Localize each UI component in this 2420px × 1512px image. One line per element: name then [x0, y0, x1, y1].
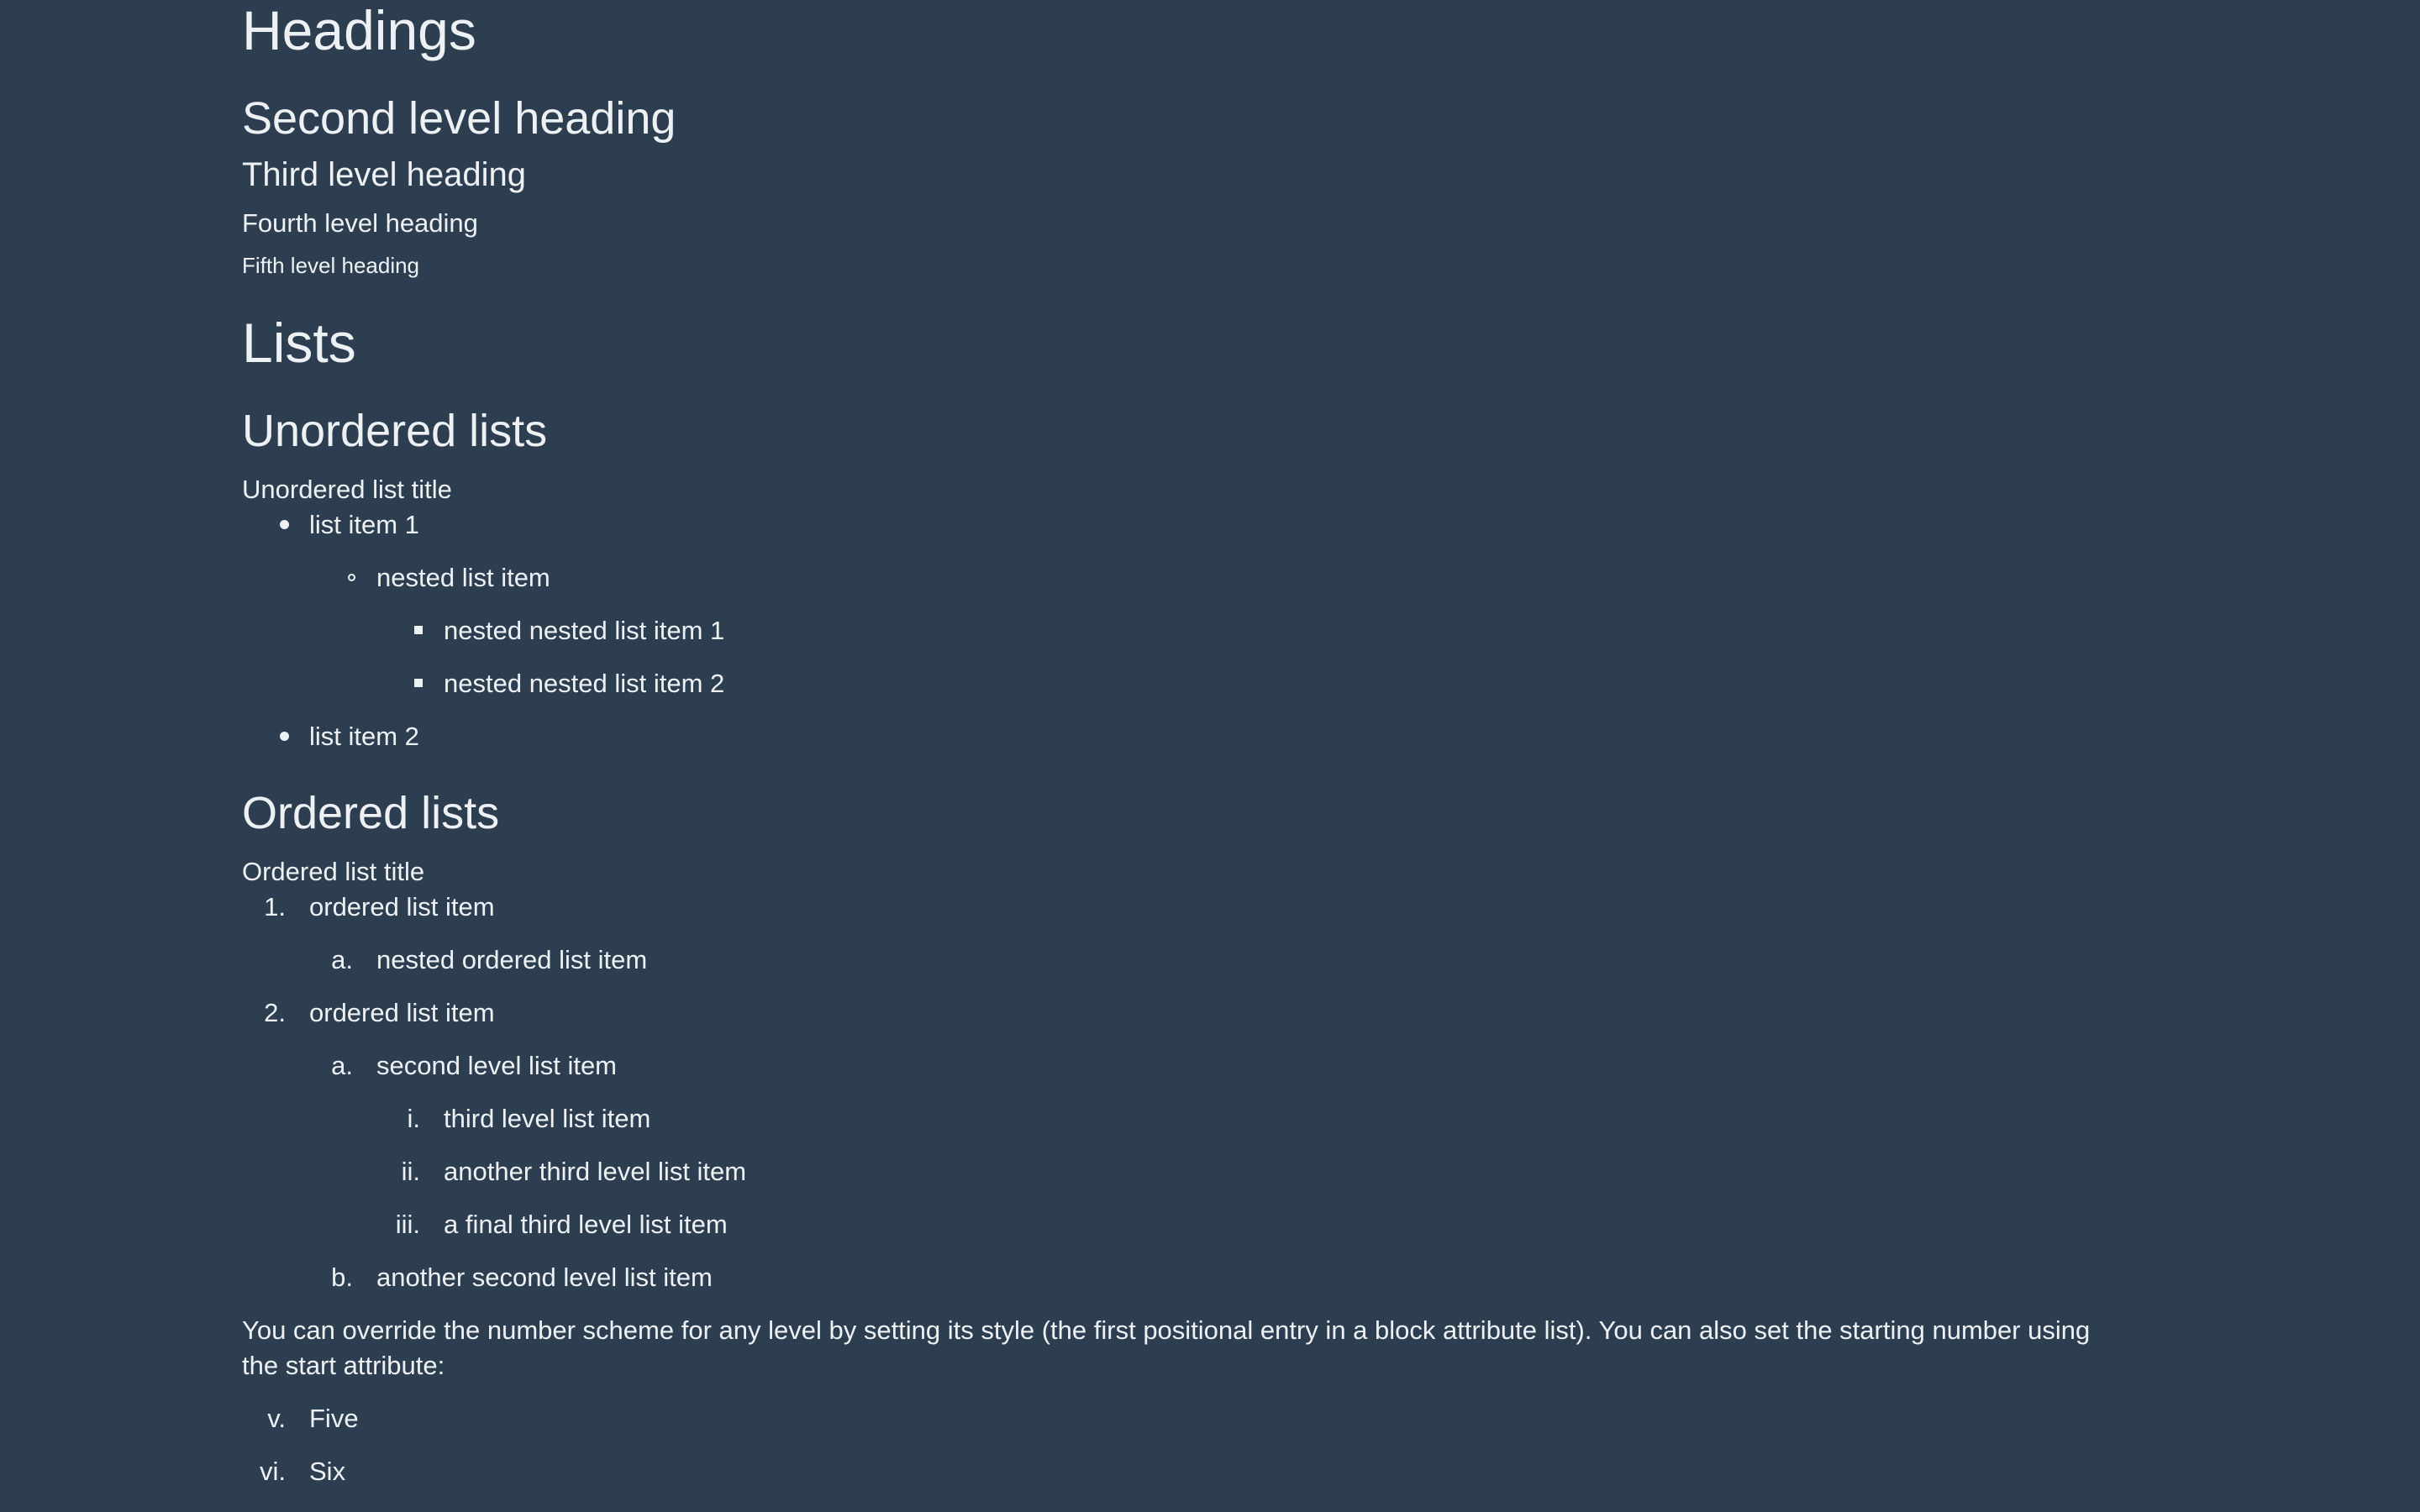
list-marker: vi.	[260, 1457, 286, 1486]
ordered-list-item: Six	[309, 1457, 346, 1486]
nested-nested-list-item: nested nested list item 2	[444, 669, 725, 698]
list-item: list item 2	[309, 722, 419, 751]
list-marker: i.	[407, 1104, 421, 1133]
list-marker: iii.	[395, 1210, 420, 1239]
ordered-list-item: second level list item	[376, 1051, 618, 1080]
ordered-list-item: nested ordered list item	[376, 945, 648, 974]
heading-level-1: Headings	[242, 0, 476, 61]
list-marker: 1.	[264, 892, 286, 921]
square-bullet-icon	[414, 626, 423, 634]
unordered-list-title: Unordered list title	[242, 475, 452, 504]
list-marker: a.	[331, 945, 353, 974]
disc-bullet-icon	[280, 520, 289, 529]
ordered-list-title: Ordered list title	[242, 857, 425, 886]
heading-level-5: Fifth level heading	[242, 253, 420, 278]
list-item: list item 1	[309, 510, 419, 539]
heading-level-3: Third level heading	[242, 156, 526, 193]
heading-level-4: Fourth level heading	[242, 208, 478, 238]
list-marker: b.	[331, 1263, 353, 1292]
ordered-list-item: ordered list item	[309, 892, 495, 921]
nested-list-item: nested list item	[376, 563, 550, 592]
heading-level-2: Second level heading	[242, 93, 676, 144]
list-marker: v.	[267, 1404, 286, 1433]
nested-nested-list-item: nested nested list item 1	[444, 616, 725, 645]
ordered-list-item: a final third level list item	[444, 1210, 728, 1239]
disc-bullet-icon	[280, 732, 289, 741]
list-marker: a.	[331, 1051, 353, 1080]
number-scheme-paragraph: You can override the number scheme for a…	[242, 1315, 2091, 1380]
ordered-list-item: another second level list item	[376, 1263, 713, 1292]
list-marker: ii.	[401, 1157, 420, 1186]
ordered-list-item: third level list item	[444, 1104, 651, 1133]
ordered-lists-heading: Ordered lists	[242, 788, 500, 838]
unordered-lists-heading: Unordered lists	[242, 406, 548, 456]
list-marker: 2.	[264, 998, 286, 1027]
ordered-list-item: Five	[309, 1404, 359, 1433]
ordered-list-item: ordered list item	[309, 998, 495, 1027]
ordered-list-item: another third level list item	[444, 1157, 747, 1186]
square-bullet-icon	[414, 679, 423, 687]
lists-title: Lists	[242, 312, 356, 374]
circle-bullet-icon	[348, 574, 355, 581]
